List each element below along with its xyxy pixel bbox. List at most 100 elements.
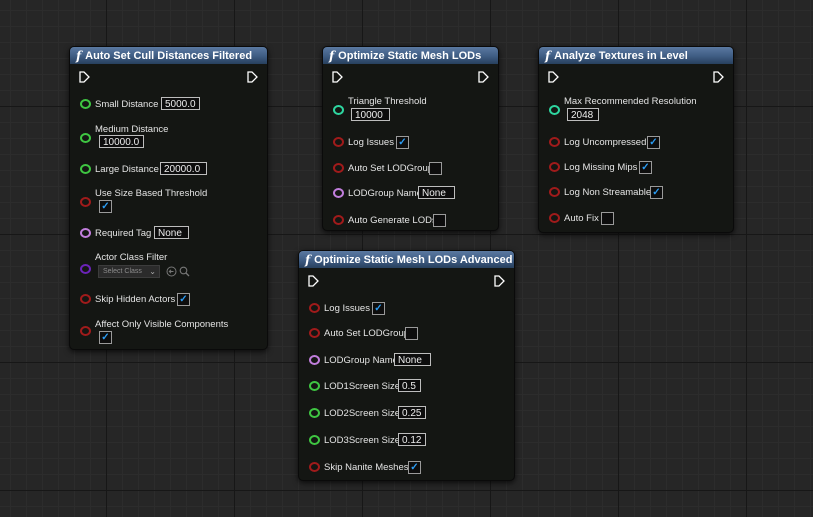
function-icon: f bbox=[305, 252, 311, 267]
float-pin-icon[interactable] bbox=[309, 381, 320, 391]
pin-label: Required Tag bbox=[95, 228, 152, 239]
medium-distance-input[interactable]: 10000.0 bbox=[99, 135, 144, 148]
skip-nanite-meshes-checkbox[interactable]: ✓ bbox=[408, 461, 421, 474]
name-pin-icon[interactable] bbox=[309, 355, 320, 365]
node-auto-set-cull-distances[interactable]: f Auto Set Cull Distances Filtered Small… bbox=[69, 46, 268, 350]
log-issues-checkbox[interactable]: ✓ bbox=[372, 302, 385, 315]
float-pin-icon[interactable] bbox=[309, 408, 320, 418]
node-header[interactable]: f Optimize Static Mesh LODs Advanced bbox=[299, 251, 514, 268]
lod1-screen-size-input[interactable]: 0.5 bbox=[398, 379, 421, 392]
log-non-streamable-checkbox[interactable]: ✓ bbox=[650, 186, 663, 199]
log-uncompressed-checkbox[interactable]: ✓ bbox=[647, 136, 660, 149]
node-title: Auto Set Cull Distances Filtered bbox=[85, 49, 253, 62]
pin-label: Triangle Threshold bbox=[348, 96, 427, 107]
pin-label: Log Non Streamable bbox=[564, 187, 652, 198]
skip-hidden-actors-checkbox[interactable]: ✓ bbox=[177, 293, 190, 306]
bool-pin-icon[interactable] bbox=[333, 163, 344, 173]
exec-in-pin-icon[interactable] bbox=[548, 71, 559, 83]
int-pin-icon[interactable] bbox=[549, 105, 560, 115]
log-missing-mips-checkbox[interactable]: ✓ bbox=[639, 161, 652, 174]
pin-label: Log Uncompressed bbox=[564, 137, 647, 148]
use-size-threshold-checkbox[interactable]: ✓ bbox=[99, 200, 112, 213]
pin-label: Skip Hidden Actors bbox=[95, 294, 176, 305]
auto-set-lodgroup-checkbox[interactable] bbox=[405, 327, 418, 340]
lod2-screen-size-input[interactable]: 0.25 bbox=[398, 406, 426, 419]
float-pin-icon[interactable] bbox=[80, 164, 91, 174]
select-value: Select Class bbox=[103, 268, 142, 275]
bool-pin-icon[interactable] bbox=[80, 197, 91, 207]
node-optimize-static-mesh-lods[interactable]: f Optimize Static Mesh LODs Triangle Thr… bbox=[322, 46, 499, 231]
exec-in-pin-icon[interactable] bbox=[308, 275, 319, 287]
pin-label: Auto Set LODGroup bbox=[348, 163, 434, 174]
float-pin-icon[interactable] bbox=[80, 133, 91, 143]
name-pin-icon[interactable] bbox=[333, 188, 344, 198]
class-pin-icon[interactable] bbox=[80, 264, 91, 274]
pin-label: Auto Set LODGroup bbox=[324, 328, 410, 339]
bool-pin-icon[interactable] bbox=[80, 326, 91, 336]
pin-label: Large Distance bbox=[95, 164, 159, 175]
node-title: Analyze Textures in Level bbox=[554, 49, 688, 62]
float-pin-icon[interactable] bbox=[309, 435, 320, 445]
pin-label: LOD2Screen Size bbox=[324, 408, 401, 419]
bool-pin-icon[interactable] bbox=[309, 328, 320, 338]
node-optimize-static-mesh-lods-advanced[interactable]: f Optimize Static Mesh LODs Advanced Log… bbox=[298, 250, 515, 481]
lod3-screen-size-input[interactable]: 0.12 bbox=[398, 433, 426, 446]
use-selected-arrow-icon[interactable] bbox=[166, 266, 177, 277]
auto-set-lodgroup-checkbox[interactable] bbox=[429, 162, 442, 175]
int-pin-icon[interactable] bbox=[333, 105, 344, 115]
bool-pin-icon[interactable] bbox=[549, 137, 560, 147]
pin-label: Log Missing Mips bbox=[564, 162, 638, 173]
bool-pin-icon[interactable] bbox=[333, 137, 344, 147]
lodgroup-name-input[interactable]: None bbox=[418, 186, 455, 199]
node-header[interactable]: f Auto Set Cull Distances Filtered bbox=[70, 47, 267, 64]
function-icon: f bbox=[76, 48, 82, 63]
pin-label: Actor Class Filter bbox=[95, 252, 168, 263]
pin-label: LOD1Screen Size bbox=[324, 381, 401, 392]
required-tag-input[interactable]: None bbox=[154, 226, 189, 239]
bool-pin-icon[interactable] bbox=[333, 215, 344, 225]
log-issues-checkbox[interactable]: ✓ bbox=[396, 136, 409, 149]
exec-in-pin-icon[interactable] bbox=[79, 71, 90, 83]
pin-label: Small Distance bbox=[95, 99, 159, 110]
node-analyze-textures[interactable]: f Analyze Textures in Level Max Recommen… bbox=[538, 46, 734, 233]
exec-out-pin-icon[interactable] bbox=[478, 71, 489, 83]
pin-label: Log Issues bbox=[324, 303, 370, 314]
bool-pin-icon[interactable] bbox=[549, 187, 560, 197]
exec-out-pin-icon[interactable] bbox=[247, 71, 258, 83]
auto-fix-checkbox[interactable] bbox=[601, 212, 614, 225]
bool-pin-icon[interactable] bbox=[80, 294, 91, 304]
actor-class-select[interactable]: Select Class ⌄ bbox=[98, 265, 160, 278]
affect-only-visible-checkbox[interactable]: ✓ bbox=[99, 331, 112, 344]
auto-generate-lods-checkbox[interactable] bbox=[433, 214, 446, 227]
pin-label: Log Issues bbox=[348, 137, 394, 148]
node-title: Optimize Static Mesh LODs bbox=[338, 49, 482, 62]
pin-label: Auto Fix bbox=[564, 213, 599, 224]
bool-pin-icon[interactable] bbox=[549, 213, 560, 223]
pin-label: Max Recommended Resolution bbox=[564, 96, 697, 107]
pin-label: LODGroup Name bbox=[324, 355, 398, 366]
node-header[interactable]: f Analyze Textures in Level bbox=[539, 47, 733, 64]
pin-label: Use Size Based Threshold bbox=[95, 188, 208, 199]
exec-out-pin-icon[interactable] bbox=[713, 71, 724, 83]
max-resolution-input[interactable]: 2048 bbox=[567, 108, 599, 121]
bool-pin-icon[interactable] bbox=[549, 162, 560, 172]
bool-pin-icon[interactable] bbox=[309, 303, 320, 313]
triangle-threshold-input[interactable]: 10000 bbox=[351, 108, 390, 121]
exec-out-pin-icon[interactable] bbox=[494, 275, 505, 287]
pin-label: Medium Distance bbox=[95, 124, 169, 135]
node-title: Optimize Static Mesh LODs Advanced bbox=[314, 253, 513, 266]
pin-label: LOD3Screen Size bbox=[324, 435, 401, 446]
pin-label: Skip Nanite Meshes bbox=[324, 462, 409, 473]
chevron-down-icon: ⌄ bbox=[149, 267, 156, 276]
large-distance-input[interactable]: 20000.0 bbox=[160, 162, 207, 175]
name-pin-icon[interactable] bbox=[80, 228, 91, 238]
lodgroup-name-input[interactable]: None bbox=[394, 353, 431, 366]
pin-label: Affect Only Visible Components bbox=[95, 319, 229, 330]
pin-label: LODGroup Name bbox=[348, 188, 422, 199]
float-pin-icon[interactable] bbox=[80, 99, 91, 109]
small-distance-input[interactable]: 5000.0 bbox=[161, 97, 200, 110]
node-header[interactable]: f Optimize Static Mesh LODs bbox=[323, 47, 498, 64]
bool-pin-icon[interactable] bbox=[309, 462, 320, 472]
exec-in-pin-icon[interactable] bbox=[332, 71, 343, 83]
browse-search-icon[interactable] bbox=[179, 266, 190, 277]
